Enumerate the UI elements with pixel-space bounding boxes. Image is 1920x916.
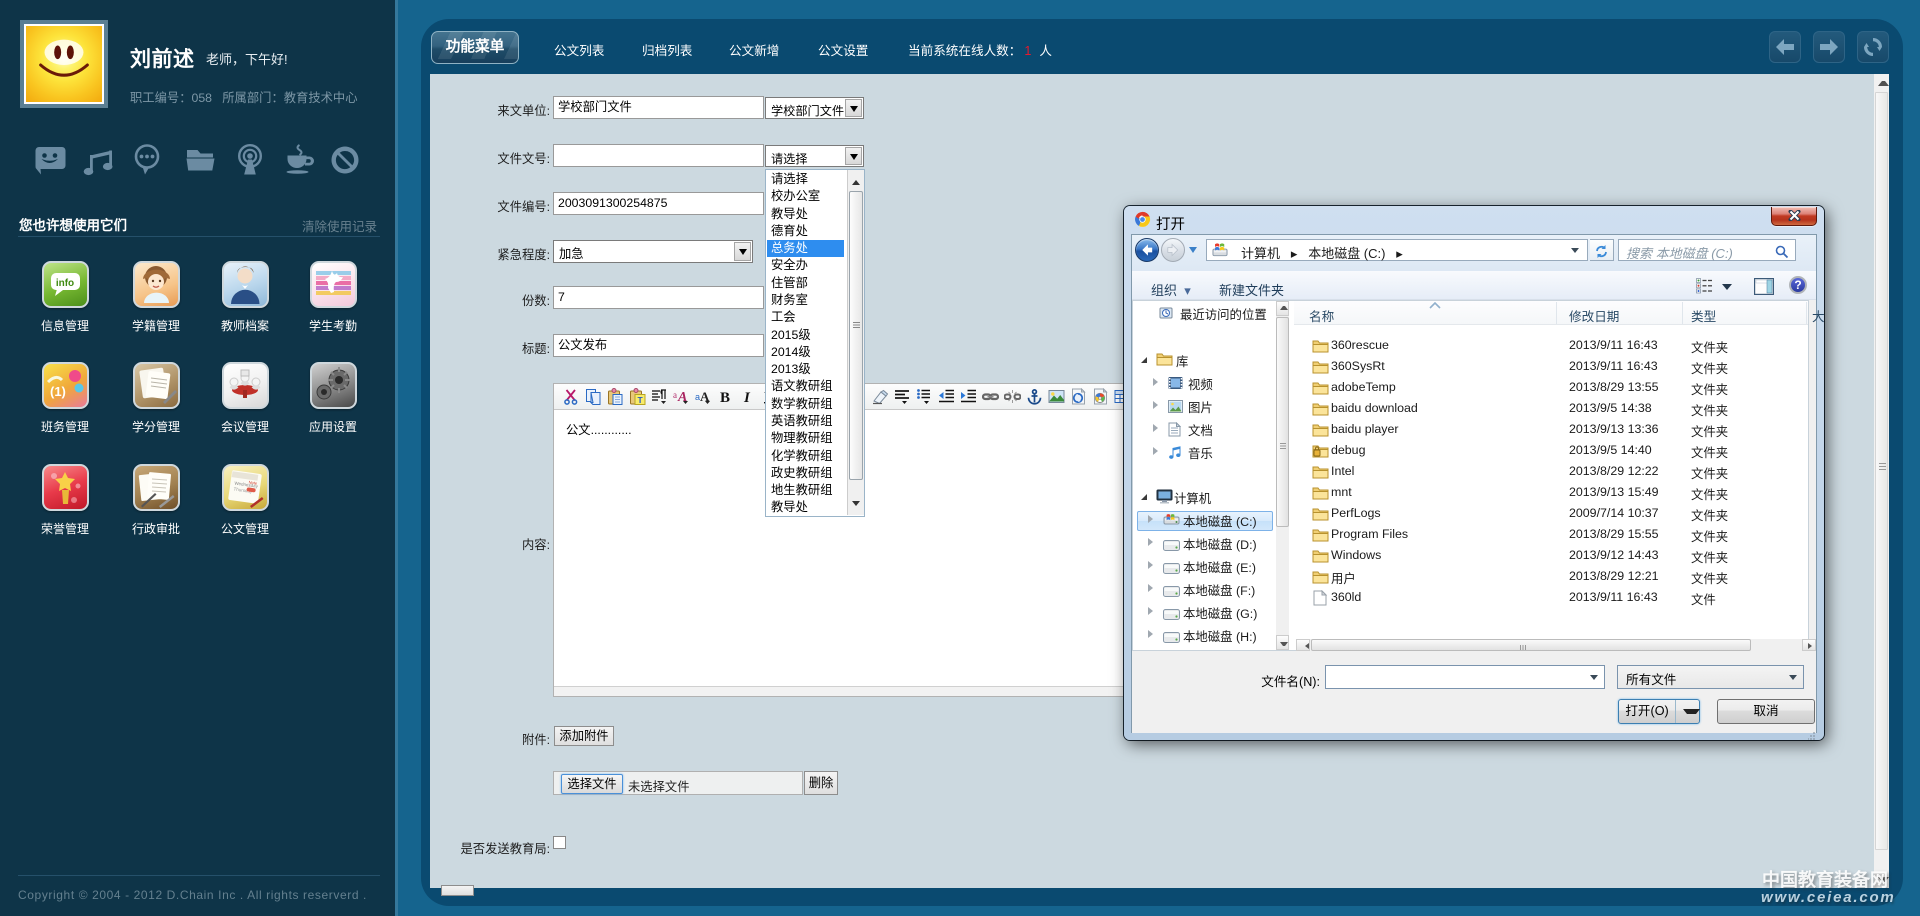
svg-text:a: a: [673, 390, 677, 400]
svg-text:T: T: [638, 395, 644, 405]
svg-text:B: B: [720, 390, 730, 405]
svg-text:I: I: [743, 390, 751, 405]
svg-text:info: info: [55, 278, 73, 289]
svg-text:(1): (1): [50, 384, 66, 399]
